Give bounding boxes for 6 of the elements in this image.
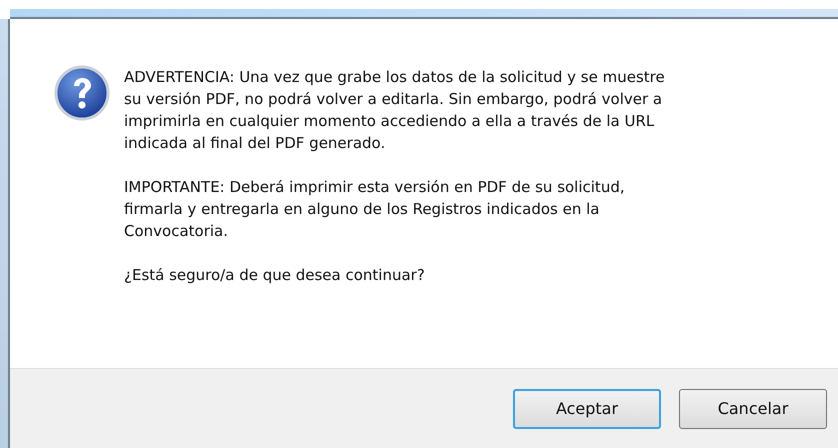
help-icon [54,65,110,121]
message-paragraph: IMPORTANTE: Deberá imprimir esta versión en PDF de su solicitud, firmarla y entregarla en alguno de los Registros indicados en la Convocatoria. [124,177,626,242]
cancel-button[interactable]: Cancelar [679,388,827,428]
message-paragraph: ADVERTENCIA: Una vez que grabe los datos de la solicitud y se muestre su versión PDF, no podrá volver a editarla. Sin embargo, podrá volver a imprimirla en cualquier momento accediendo a ella a través de la URL indicada al final del PDF generado. [124,67,665,154]
message-paragraph: ¿Está seguro/a de que desea continuar? [124,265,426,286]
accept-button[interactable]: Aceptar [513,388,661,428]
